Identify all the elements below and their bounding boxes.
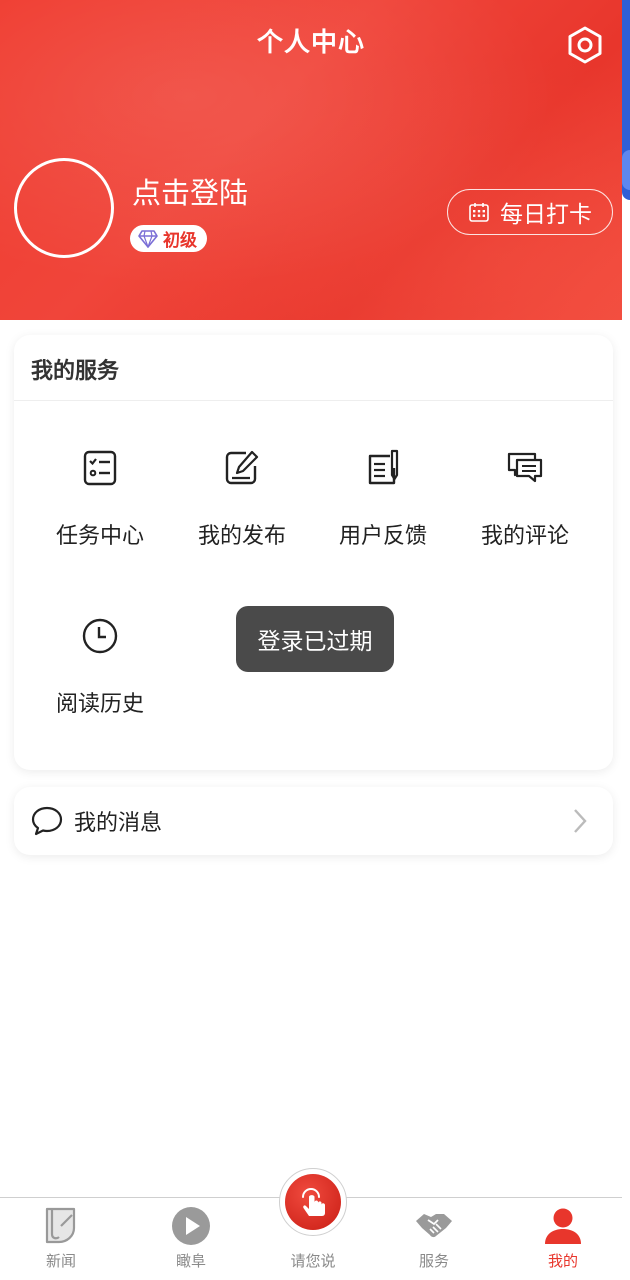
service-task-center[interactable]: 任务中心 <box>30 448 170 550</box>
service-label: 任务中心 <box>55 524 144 549</box>
chevron-right-icon <box>574 809 587 833</box>
service-label: 我的评论 <box>480 524 569 549</box>
diamond-icon <box>138 229 158 248</box>
chat-bubble-icon <box>31 806 63 836</box>
tap-button-core <box>285 1174 341 1230</box>
user-icon <box>545 1208 581 1244</box>
tab-label-speak: 请您说 <box>290 1252 336 1270</box>
feedback-doc-icon <box>368 449 399 485</box>
play-icon <box>172 1207 210 1245</box>
task-list-icon <box>83 450 117 486</box>
service-label: 阅读历史 <box>55 692 144 717</box>
news-icon <box>45 1207 76 1244</box>
tab-label: 服务 <box>418 1252 449 1270</box>
comments-icon <box>507 452 543 483</box>
tab-video[interactable]: 瞰阜 <box>146 1206 236 1271</box>
services-title: 我的服务 <box>31 359 120 384</box>
tab-label: 新闻 <box>45 1252 76 1270</box>
handshake-icon <box>416 1214 452 1238</box>
tap-hand-icon <box>302 1188 325 1216</box>
level-label: 初级 <box>163 231 197 251</box>
service-label: 我的发布 <box>197 524 286 549</box>
my-services-card: 我的服务 任务中心 我的发布 用户反馈 我的评论 阅读历史 <box>14 335 613 770</box>
edit-icon <box>225 450 259 485</box>
level-badge: 初级 <box>130 225 207 252</box>
profile-header: 个人中心 点击登陆 初级 每日打卡 <box>0 0 622 320</box>
service-user-feedback[interactable]: 用户反馈 <box>313 448 453 550</box>
calendar-icon <box>469 203 489 222</box>
toast-message: 登录已过期 <box>236 606 394 672</box>
tab-speak-button[interactable] <box>279 1168 347 1236</box>
clock-icon <box>82 618 118 654</box>
my-messages-row[interactable]: 我的消息 <box>14 787 613 855</box>
messages-label: 我的消息 <box>74 811 163 836</box>
tab-services[interactable]: 服务 <box>389 1206 479 1271</box>
divider <box>14 400 613 401</box>
tab-news[interactable]: 新闻 <box>16 1206 106 1271</box>
side-accent-tab <box>622 150 630 190</box>
tab-label: 瞰阜 <box>175 1252 206 1270</box>
avatar[interactable] <box>14 158 114 258</box>
service-my-comments[interactable]: 我的评论 <box>455 448 595 550</box>
page-title: 个人中心 <box>256 28 365 58</box>
tab-label: 我的 <box>547 1252 578 1270</box>
daily-checkin-button[interactable]: 每日打卡 <box>447 189 613 235</box>
tab-mine[interactable]: 我的 <box>518 1206 608 1271</box>
service-my-posts[interactable]: 我的发布 <box>172 448 312 550</box>
login-link[interactable]: 点击登陆 <box>132 170 248 212</box>
settings-icon[interactable] <box>566 26 604 64</box>
service-reading-history[interactable]: 阅读历史 <box>30 616 170 718</box>
service-label: 用户反馈 <box>338 524 427 549</box>
checkin-label: 每日打卡 <box>500 202 592 228</box>
